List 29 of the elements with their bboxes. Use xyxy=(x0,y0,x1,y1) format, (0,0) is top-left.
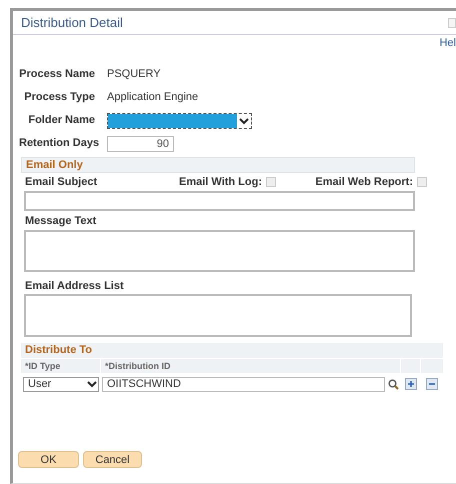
field-label: Process Name xyxy=(19,67,96,82)
email-address-field[interactable] xyxy=(24,294,412,337)
checkbox-label: Email Web Report: xyxy=(315,174,413,190)
help-link[interactable]: Hel xyxy=(439,34,456,52)
field-value: PSQUERY xyxy=(107,67,161,82)
distribution-id-field[interactable]: OIITSCHWIND xyxy=(102,376,385,392)
id-type-select[interactable]: User xyxy=(23,376,99,392)
checkbox-label: Email With Log: xyxy=(179,174,262,190)
window-title: Distribution Detail xyxy=(21,14,123,32)
folder-select[interactable] xyxy=(107,112,252,128)
field-label: Folder Name xyxy=(27,113,96,128)
retention-days-field[interactable]: 90 xyxy=(107,136,174,152)
cancel-button[interactable]: Cancel xyxy=(83,451,142,468)
checkbox[interactable] xyxy=(417,177,427,187)
search-icon[interactable] xyxy=(388,378,399,390)
add-row-icon[interactable] xyxy=(405,378,417,390)
message-text-field[interactable] xyxy=(24,230,415,272)
field-label: Message Text xyxy=(24,214,98,229)
email-subject-field[interactable] xyxy=(24,191,415,211)
field-label: Email Subject xyxy=(25,174,98,190)
delete-row-icon[interactable] xyxy=(426,378,438,390)
field-label: Retention Days xyxy=(19,136,100,152)
field-label: Email Address List xyxy=(24,278,125,294)
checkbox[interactable] xyxy=(266,177,276,187)
section-header: Distribute To xyxy=(21,343,443,358)
ok-button[interactable]: OK xyxy=(18,451,79,468)
section-header: Email Only xyxy=(21,157,415,173)
field-label: Process Type xyxy=(23,90,96,106)
field-value: Application Engine xyxy=(107,90,198,106)
